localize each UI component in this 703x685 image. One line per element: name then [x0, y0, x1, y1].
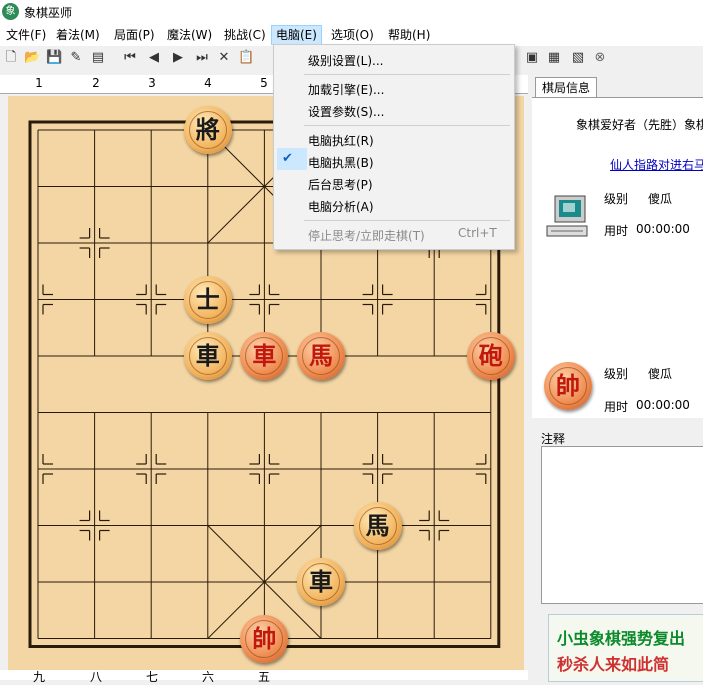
- app-icon: 象: [2, 3, 19, 20]
- piece-label: 砲: [471, 337, 510, 375]
- opening-link[interactable]: 仙人指路对进右马: [610, 156, 703, 173]
- piece-label: 士: [188, 280, 227, 319]
- chart-icon[interactable]: ▧: [570, 50, 586, 66]
- menu-separator: [304, 74, 510, 75]
- monitor-icon[interactable]: ▦: [546, 50, 562, 66]
- menu-item-stop-thinking[interactable]: 停止思考/立即走棋(T): [308, 227, 425, 244]
- black-piece[interactable]: 士: [183, 275, 232, 324]
- piece-label: 車: [245, 337, 284, 375]
- ruler-label: 六: [201, 670, 214, 684]
- notes-label: 注释: [541, 432, 566, 446]
- red-level-value: 傻瓜: [648, 367, 673, 381]
- ruler-label: 五: [257, 670, 270, 684]
- red-time-value: 00:00:00: [636, 398, 690, 412]
- menu-file[interactable]: 文件(F): [2, 26, 50, 44]
- computer-level-value: 傻瓜: [648, 192, 673, 206]
- stop-shortcut: Ctrl+T: [458, 226, 497, 240]
- ruler-label: 七: [145, 670, 158, 684]
- new-file-icon[interactable]: 🗋: [3, 50, 19, 66]
- banner-line-1: 小虫象棋强势复出: [557, 629, 686, 648]
- menu-bar: 文件(F) 着法(M) 局面(P) 魔法(W) 挑战(C) 电脑(E) 选项(O…: [0, 24, 703, 46]
- save-icon[interactable]: 💾: [46, 50, 62, 66]
- piece-label: 將: [188, 111, 227, 149]
- ruler-label: 5: [260, 76, 268, 90]
- ruler-bottom: 九 八 七 六 五: [0, 670, 528, 684]
- computer-time-label: 用时: [604, 224, 629, 238]
- menu-item-computer-black[interactable]: 电脑执黑(B): [308, 154, 374, 171]
- ruler-label: 3: [148, 76, 156, 90]
- ruler-label: 八: [89, 670, 102, 684]
- red-time-label: 用时: [604, 400, 629, 414]
- menu-options[interactable]: 选项(O): [327, 26, 378, 44]
- menu-position[interactable]: 局面(P): [110, 26, 159, 44]
- menu-help[interactable]: 帮助(H): [384, 26, 434, 44]
- black-piece[interactable]: 車: [183, 332, 232, 380]
- menu-item-load-engine[interactable]: 加载引擎(E)...: [308, 81, 384, 98]
- computer-time-value: 00:00:00: [636, 222, 690, 236]
- menu-moves[interactable]: 着法(M): [52, 26, 104, 44]
- banner-line-2: 秒杀人来如此简: [557, 655, 670, 674]
- tab-game-info[interactable]: 棋局信息: [535, 77, 597, 98]
- menu-computer[interactable]: 电脑(E): [271, 25, 322, 45]
- menu-separator: [304, 125, 510, 126]
- last-move-icon[interactable]: ⏭: [194, 50, 210, 66]
- window-title: 象棋巫师: [24, 6, 73, 20]
- menu-separator: [304, 220, 510, 221]
- red-piece[interactable]: 砲: [466, 332, 515, 380]
- open-folder-icon[interactable]: 📂: [24, 50, 40, 66]
- next-move-icon[interactable]: ▶: [170, 50, 186, 66]
- piece-label: 車: [302, 563, 340, 601]
- delete-icon[interactable]: ✕: [216, 50, 232, 66]
- black-piece[interactable]: 馬: [353, 501, 402, 550]
- red-player-piece: 帥: [549, 367, 587, 405]
- title-bar: 象 象棋巫师: [0, 0, 703, 24]
- ad-banner[interactable]: 小虫象棋强势复出 秒杀人来如此简: [548, 614, 703, 682]
- ruler-label: 2: [92, 76, 100, 90]
- edit-icon[interactable]: ✎: [68, 50, 84, 66]
- ruler-label: 1: [35, 76, 43, 90]
- piece-label: 車: [188, 337, 227, 375]
- computer-dropdown-menu: 级别设置(L)... 加载引擎(E)... 设置参数(S)... 电脑执红(R)…: [273, 44, 515, 250]
- menu-item-set-params[interactable]: 设置参数(S)...: [308, 103, 384, 120]
- menu-item-computer-red[interactable]: 电脑执红(R): [308, 132, 374, 149]
- piece-label: 馬: [302, 337, 340, 375]
- red-piece[interactable]: 帥: [240, 614, 289, 663]
- red-piece[interactable]: 馬: [297, 332, 345, 380]
- menu-item-level-settings[interactable]: 级别设置(L)...: [308, 52, 384, 69]
- properties-icon[interactable]: ▤: [90, 50, 106, 66]
- black-piece[interactable]: 車: [297, 558, 345, 606]
- close-circle-icon[interactable]: ⊗: [592, 50, 608, 66]
- red-player-avatar: 帥: [544, 362, 592, 410]
- prev-move-icon[interactable]: ◀: [146, 50, 162, 66]
- ruler-label: 九: [32, 670, 45, 684]
- ruler-label: 4: [204, 76, 212, 90]
- computer-icon: [545, 194, 593, 240]
- notes-textarea[interactable]: [541, 446, 703, 604]
- menu-item-computer-analysis[interactable]: 电脑分析(A): [308, 198, 374, 215]
- menu-item-background-think[interactable]: 后台思考(P): [308, 176, 373, 193]
- players-text: 象棋爱好者（先胜）象棋: [576, 118, 703, 132]
- piece-label: 馬: [358, 506, 397, 545]
- checkmark-icon: ✔: [282, 151, 293, 166]
- black-piece[interactable]: 將: [183, 106, 232, 154]
- menu-challenge[interactable]: 挑战(C): [220, 26, 270, 44]
- paste-icon[interactable]: 📋: [238, 50, 254, 66]
- red-level-label: 级别: [604, 367, 629, 381]
- menu-magic[interactable]: 魔法(W): [163, 26, 216, 44]
- first-move-icon[interactable]: ⏮: [122, 50, 138, 66]
- printer-icon[interactable]: ▣: [524, 50, 540, 66]
- computer-level-label: 级别: [604, 192, 629, 206]
- piece-label: 帥: [245, 619, 284, 658]
